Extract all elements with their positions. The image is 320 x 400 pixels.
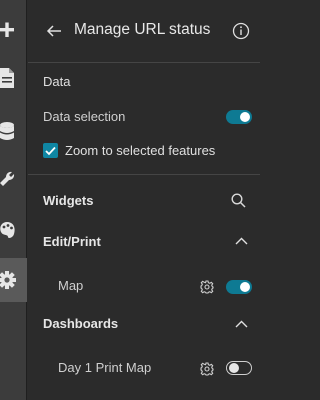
search-icon (230, 192, 246, 208)
toggle-knob (240, 282, 250, 292)
settings-panel: Manage URL status Data Data selection Zo… (28, 0, 260, 400)
rail-item-page[interactable] (0, 58, 27, 98)
data-selection-label: Data selection (43, 109, 126, 124)
checkmark-icon (45, 146, 56, 155)
gear-icon (199, 361, 214, 376)
group-heading-edit-print: Edit/Print (43, 234, 101, 249)
collapse-edit-print-button[interactable] (234, 235, 248, 247)
widget-search-button[interactable] (230, 192, 246, 208)
arrow-left-icon (46, 25, 61, 37)
gear-icon (0, 271, 16, 289)
panel-title: Manage URL status (74, 21, 211, 38)
rail-item-tools[interactable] (0, 160, 27, 200)
toggle-knob (228, 362, 239, 373)
plus-icon (0, 22, 14, 37)
map-widget-toggle[interactable] (226, 280, 252, 294)
widgets-heading: Widgets (43, 193, 94, 208)
rail-item-data[interactable] (0, 112, 27, 152)
rail-item-settings[interactable] (0, 258, 27, 302)
toggle-knob (240, 112, 250, 122)
gear-icon (199, 279, 214, 294)
zoom-to-selected-label: Zoom to selected features (65, 143, 216, 158)
icon-rail (0, 0, 27, 400)
data-section-heading: Data (43, 74, 71, 89)
info-icon (232, 22, 250, 40)
day1-print-map-toggle[interactable] (226, 361, 252, 375)
chevron-up-icon (235, 237, 247, 245)
zoom-to-selected-checkbox[interactable] (43, 143, 58, 158)
page-icon (0, 68, 14, 88)
back-button[interactable] (44, 20, 64, 42)
wrench-icon (0, 171, 15, 186)
info-button[interactable] (232, 22, 250, 40)
section-divider (28, 174, 260, 175)
group-heading-dashboards: Dashboards (43, 316, 119, 331)
palette-icon (0, 222, 15, 238)
collapse-dashboards-button[interactable] (234, 318, 248, 330)
rail-item-theme[interactable] (0, 210, 27, 250)
database-icon (0, 122, 14, 140)
map-settings-button[interactable] (199, 279, 214, 294)
data-selection-toggle[interactable] (226, 110, 252, 124)
widget-item-map: Map (58, 278, 84, 293)
panel-header: Manage URL status (28, 0, 260, 63)
rail-item-add[interactable] (0, 10, 27, 50)
chevron-up-icon (235, 320, 247, 328)
widget-item-day1-print-map: Day 1 Print Map (58, 360, 152, 375)
day1-print-map-settings-button[interactable] (199, 361, 214, 376)
